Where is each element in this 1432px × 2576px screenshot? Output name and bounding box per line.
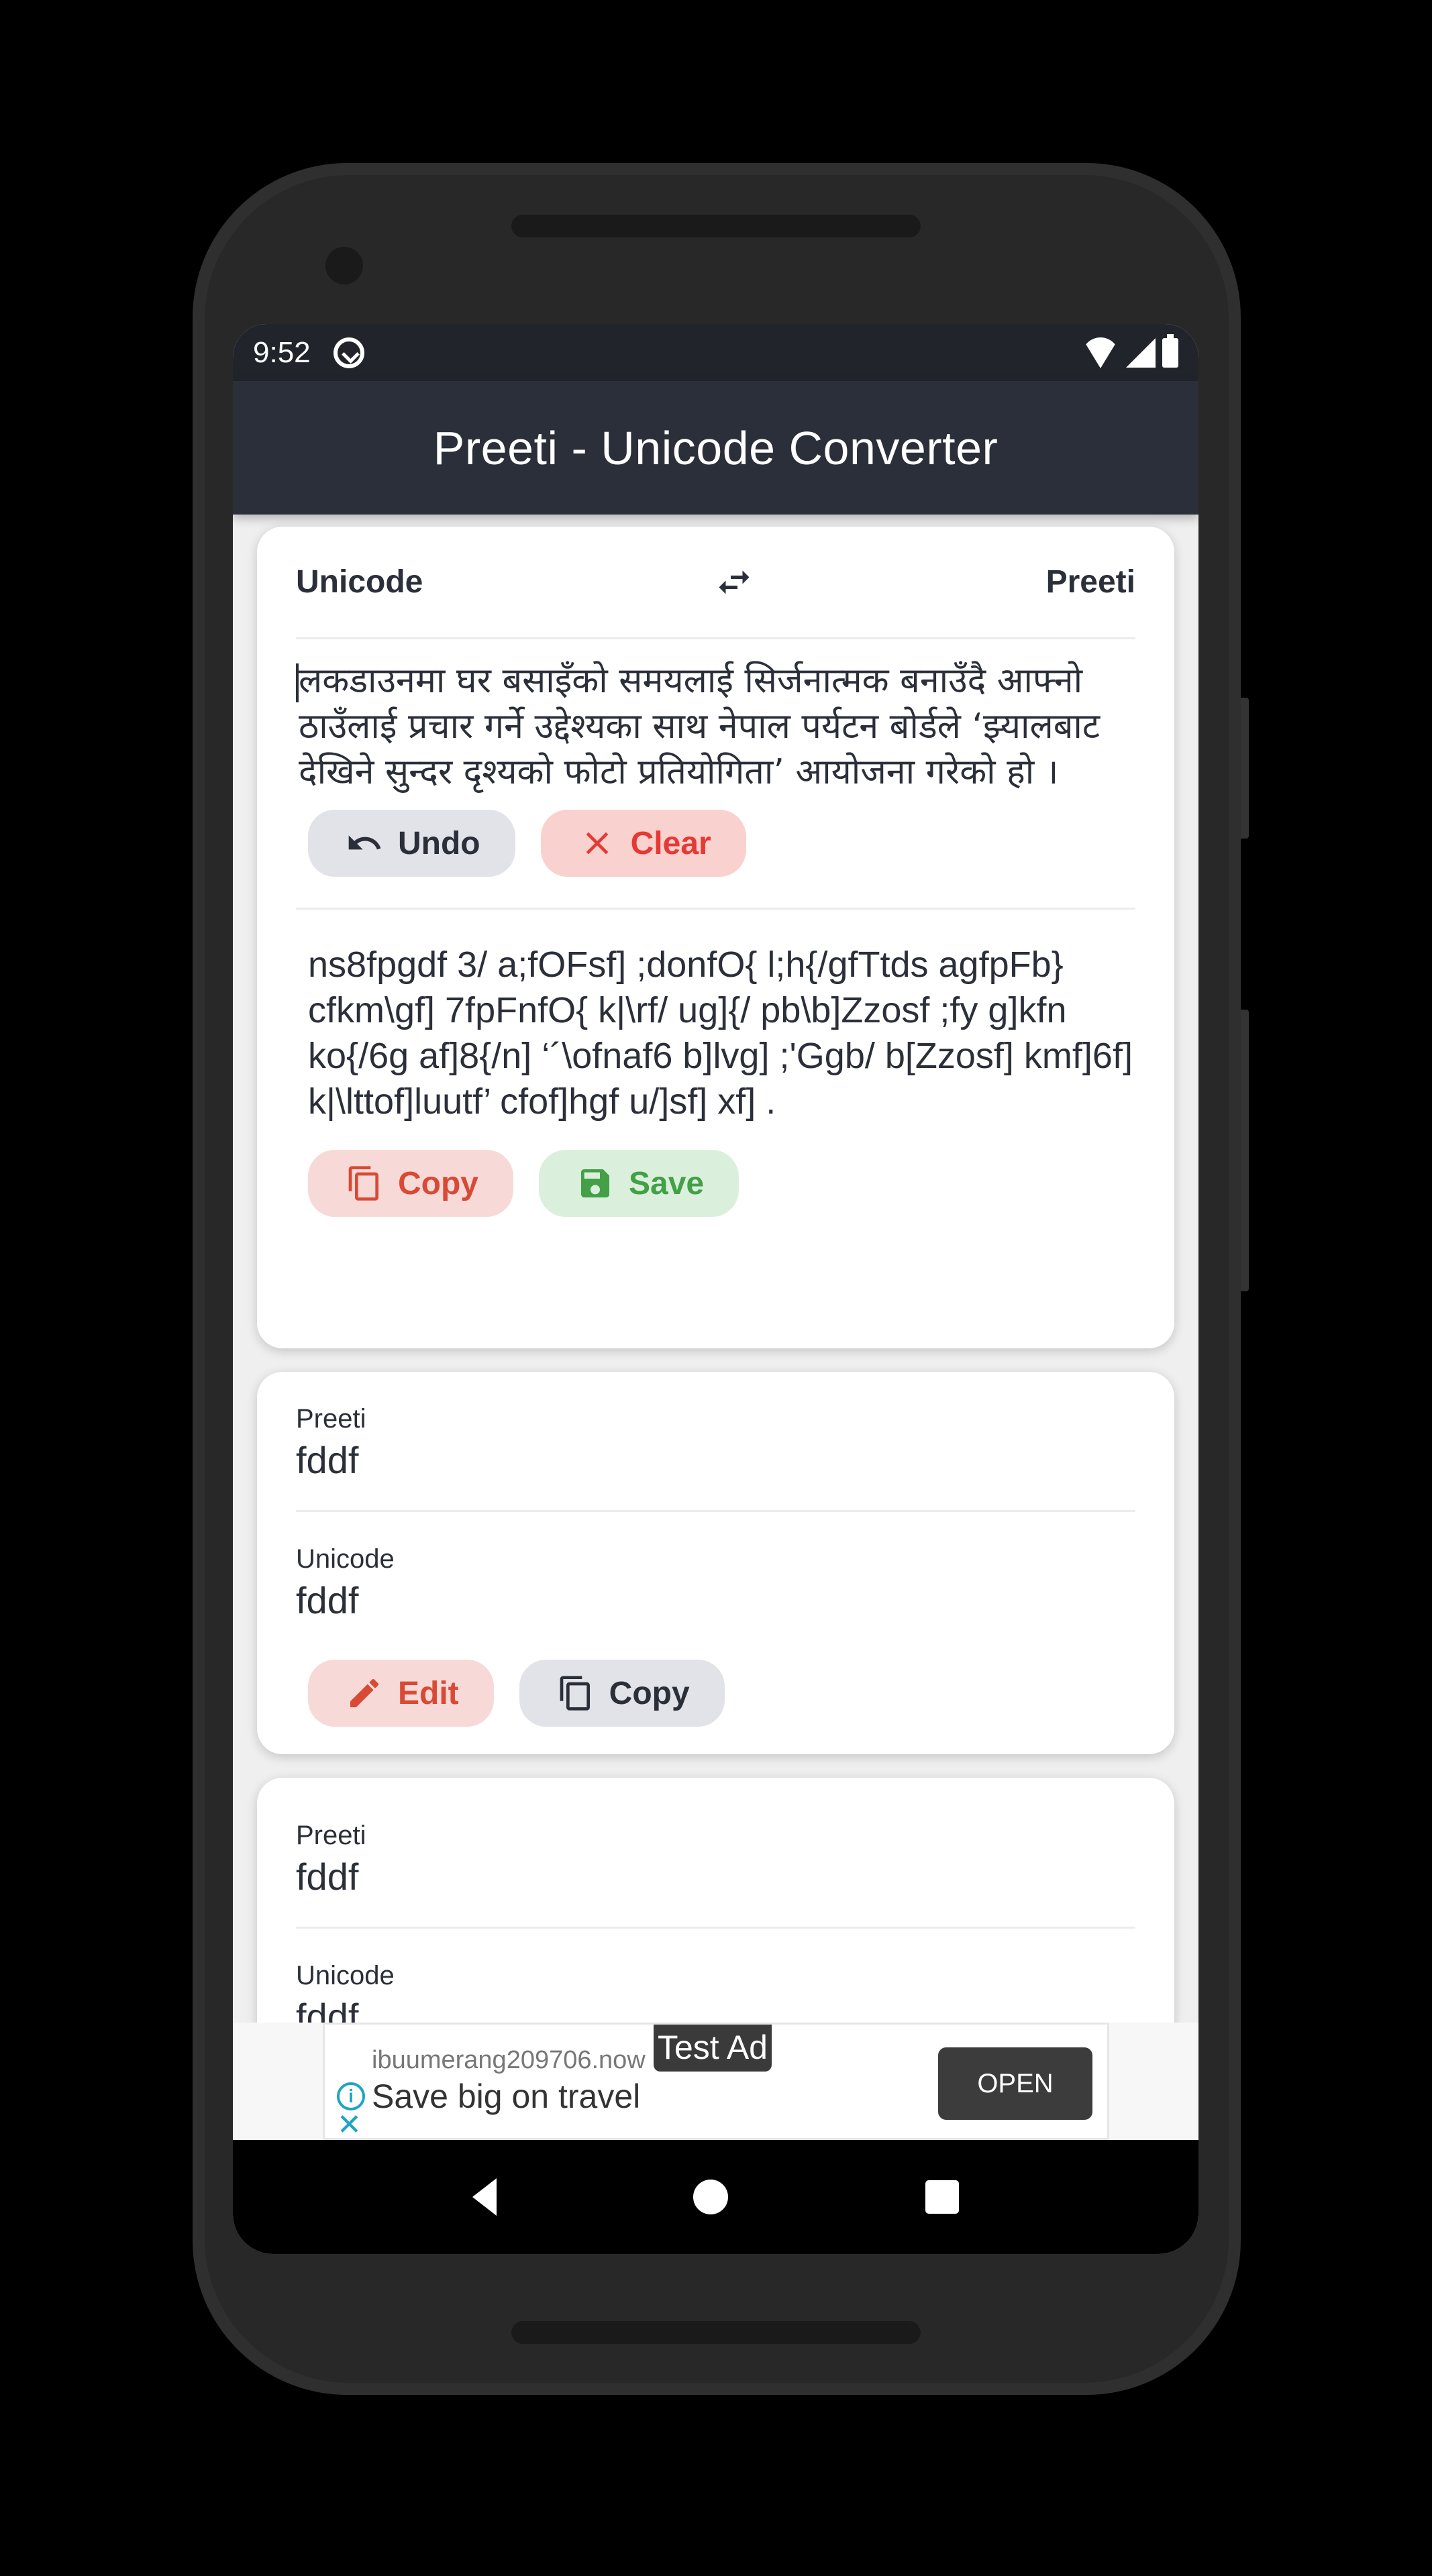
history-preeti: Preeti fddf [296,1778,1135,1927]
history-preeti-value: fddf [296,1856,359,1898]
top-speaker [511,215,921,237]
front-camera [325,247,363,284]
ad-close-icon[interactable]: ✕ [337,2110,362,2140]
ad-open-button[interactable]: OPEN [938,2047,1092,2120]
pencil-icon [350,1678,379,1707]
edit-button[interactable]: Edit [308,1660,494,1727]
divider [296,908,1135,910]
copy-label: Copy [609,1675,690,1711]
assistant-icon [333,337,364,368]
copy-output-button[interactable]: Copy [308,1150,513,1217]
swap-arrows-icon[interactable] [707,562,761,602]
screen: 9:52 Preeti - Unicode Converter Unicode … [233,324,1198,2254]
app-title: Preeti - Unicode Converter [433,421,999,474]
main-content[interactable]: Unicode Preeti लकडाउनमा घर बसाइँको समयला… [233,515,1198,2140]
edit-label: Edit [398,1675,459,1711]
save-icon [581,1169,609,1197]
history-preeti-label: Preeti [296,1404,366,1434]
history-unicode-label: Unicode [296,1544,395,1574]
history-item: Preeti fddf Unicode fddf Edit Copy [257,1372,1174,1754]
back-icon[interactable] [472,2178,497,2216]
history-preeti-label: Preeti [296,1821,366,1850]
copy-label: Copy [398,1165,478,1201]
history-unicode: Unicode fddf [296,1512,1135,1622]
status-bar: 9:52 [233,324,1198,381]
recents-icon[interactable] [925,2180,960,2214]
ad-headline: Save big on travel [372,2078,641,2115]
undo-label: Undo [398,825,480,861]
navigation-bar [233,2140,1198,2254]
battery-icon [1162,333,1178,368]
copy-icon [348,1166,378,1201]
history-preeti-value: fddf [296,1439,359,1481]
save-button[interactable]: Save [539,1150,739,1217]
history-unicode-label: Unicode [296,1961,395,1990]
clear-button[interactable]: Clear [540,810,746,877]
converter-card: Unicode Preeti लकडाउनमा घर बसाइँको समयला… [257,527,1174,1348]
volume-button [1241,1010,1249,1291]
status-icons [1082,333,1178,368]
preeti-output: ns8fpgdf 3/ a;fOFsf] ;donfO{ l;h{/gfTtds… [308,945,1133,1122]
close-icon [586,832,608,855]
input-actions: Undo Clear [296,810,1135,877]
undo-button[interactable]: Undo [308,810,515,877]
power-button [1241,698,1249,839]
ad-banner[interactable]: ibuumerang209706.now Save big on travel … [323,2023,1109,2140]
ad-info-icon[interactable]: i [337,2082,365,2110]
signal-icon [1126,337,1156,368]
history-unicode-value: fddf [296,1579,359,1621]
test-ad-badge: Test Ad [654,2025,772,2072]
bottom-speaker [511,2321,921,2344]
save-label: Save [629,1165,705,1201]
ad-banner-container: ibuumerang209706.now Save big on travel … [233,2023,1198,2140]
source-format-label[interactable]: Unicode [296,564,423,600]
copy-history-button[interactable]: Copy [519,1660,725,1727]
history-actions: Edit Copy [296,1660,1135,1727]
home-icon[interactable] [693,2180,729,2214]
app-bar: Preeti - Unicode Converter [233,381,1198,515]
copy-icon [560,1676,590,1711]
unicode-input[interactable]: लकडाउनमा घर बसाइँको समयलाई सिर्जनात्मक ब… [296,658,1135,795]
clear-label: Clear [630,825,711,861]
history-preeti: Preeti fddf [296,1372,1135,1510]
ad-domain: ibuumerang209706.now [372,2046,646,2074]
converter-header: Unicode Preeti [296,527,1135,639]
target-format-label[interactable]: Preeti [1046,564,1135,600]
output-actions: Copy Save [296,1150,1135,1217]
wifi-icon [1082,337,1119,368]
undo-icon [348,835,381,850]
status-time: 9:52 [253,335,311,369]
